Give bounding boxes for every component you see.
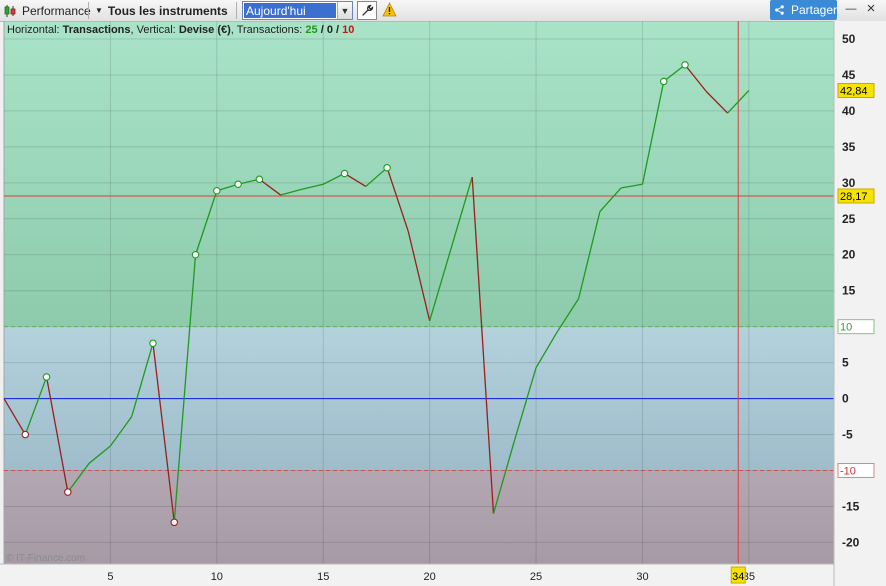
- lower-threshold-tag: -10: [840, 466, 856, 478]
- trade-point: [64, 488, 72, 496]
- y-tick-label: 20: [842, 248, 856, 262]
- y-tick-label: 30: [842, 176, 856, 190]
- share-button[interactable]: Partager: [770, 0, 837, 20]
- horizontal-value: Transactions: [62, 24, 131, 36]
- trade-point: [659, 77, 668, 86]
- toolbar-separator: [88, 2, 89, 19]
- settings-button[interactable]: [357, 1, 377, 20]
- x-tick-label: 30: [636, 571, 648, 583]
- trade-point: [149, 339, 157, 347]
- chart-info-bar: Horizontal: Transactions, Vertical: Devi…: [7, 24, 354, 36]
- y-tick-label: 35: [842, 140, 856, 154]
- y-tick-label: 45: [842, 68, 856, 82]
- performance-label: Performance: [22, 3, 91, 18]
- y-tick-label: 40: [842, 104, 856, 118]
- x-tick-label: 15: [317, 571, 329, 583]
- transactions-loss-count: 10: [342, 24, 355, 36]
- watermark: © IT-Finance.com: [6, 553, 85, 564]
- trade-point: [21, 430, 30, 439]
- toolbar-separator: [236, 2, 237, 19]
- wrench-icon: [361, 4, 373, 16]
- horizontal-prefix: Horizontal:: [7, 24, 60, 36]
- date-range-value: Aujourd'hui: [244, 3, 336, 18]
- instruments-label: Tous les instruments: [107, 3, 228, 18]
- trade-point: [383, 163, 391, 172]
- share-label: Partager: [790, 3, 837, 17]
- trade-point: [213, 186, 221, 195]
- trade-point: [42, 373, 51, 381]
- upper-threshold-tag: 10: [840, 322, 852, 334]
- x-axis-panel: [0, 564, 834, 586]
- trade-point: [191, 250, 200, 259]
- performance-menu[interactable]: Performance: [3, 0, 91, 21]
- trade-point: [170, 518, 179, 527]
- zone-above-threshold: [4, 21, 834, 327]
- y-tick-label: 15: [842, 284, 856, 298]
- x-tick-label: 20: [424, 571, 436, 583]
- trade-point: [340, 169, 349, 178]
- close-button[interactable]: ×: [864, 0, 878, 17]
- caret-down-icon: ▼: [95, 6, 103, 15]
- trade-point: [234, 180, 242, 189]
- trade-point: [681, 61, 689, 69]
- vertical-prefix: , Vertical:: [130, 24, 176, 36]
- x-tick-label: 5: [107, 571, 113, 583]
- y-tick-label: -5: [842, 428, 853, 442]
- separator: /: [332, 24, 343, 36]
- x-tick-label: 25: [530, 571, 542, 583]
- y-tick-label: 5: [842, 356, 849, 370]
- toolbar: Performance ▼ Tous les instruments Aujou…: [0, 0, 886, 22]
- x-tick-label: 10: [211, 571, 223, 583]
- warning-icon[interactable]: [382, 2, 397, 17]
- trade-point: [255, 175, 264, 183]
- transactions-prefix: , Transactions:: [230, 24, 303, 36]
- y-tick-label: 0: [842, 392, 849, 406]
- share-icon: [775, 5, 784, 15]
- y-tick-label: 50: [842, 32, 856, 46]
- reference-level-tag: 28,17: [840, 191, 868, 203]
- y-tick-label: 25: [842, 212, 856, 226]
- separator: /: [317, 24, 327, 36]
- date-range-select[interactable]: Aujourd'hui ▼: [242, 1, 353, 20]
- performance-chart: 50454035302520151050-5-10-15-20510152025…: [0, 21, 886, 586]
- vertical-value: Devise (€): [178, 24, 231, 36]
- instruments-dropdown[interactable]: ▼ Tous les instruments: [95, 0, 228, 21]
- transactions-win-count: 25: [305, 24, 318, 36]
- zone-below-threshold: [4, 470, 834, 564]
- crosshair-x-label: 34: [732, 571, 744, 583]
- y-tick-label: -20: [842, 535, 860, 549]
- chevron-down-icon[interactable]: ▼: [337, 2, 352, 19]
- candlestick-icon: [4, 4, 16, 17]
- y-tick-label: -15: [842, 499, 860, 513]
- minimize-button[interactable]: —: [844, 3, 858, 15]
- last-value-tag: 42,84: [840, 85, 868, 97]
